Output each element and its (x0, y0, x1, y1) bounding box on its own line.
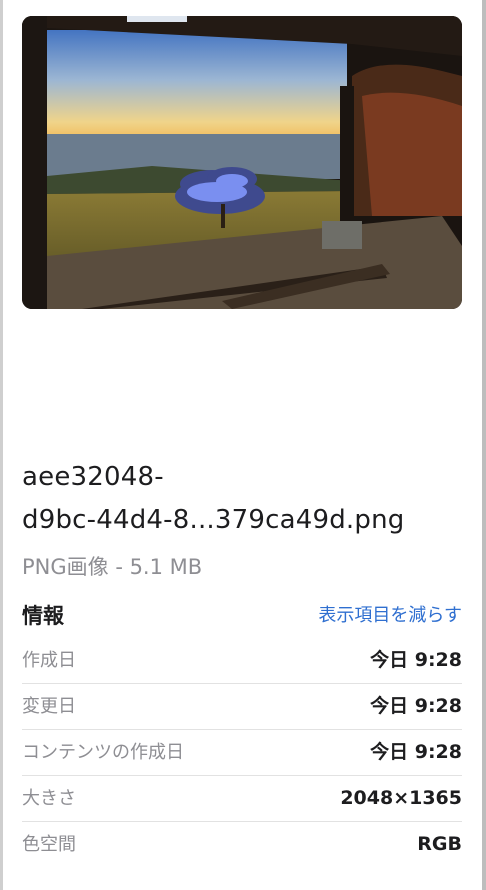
landscape-photo-icon (22, 16, 462, 309)
file-name[interactable]: aee32048- d9bc-44d4-8...379ca49d.png (22, 456, 462, 542)
info-row-value: 今日 9:28 (370, 649, 462, 671)
info-rows: 作成日 今日 9:28 変更日 今日 9:28 コンテンツの作成日 今日 9:2… (22, 638, 462, 867)
info-row-content-created: コンテンツの作成日 今日 9:28 (22, 730, 462, 776)
info-row-dimensions: 大きさ 2048×1365 (22, 776, 462, 822)
file-name-line1: aee32048- (22, 462, 164, 492)
info-row-label: 変更日 (22, 696, 76, 717)
panel-scrollbar-edge[interactable] (482, 0, 486, 890)
file-kind-size: PNG画像 - 5.1 MB (22, 555, 203, 579)
info-row-created: 作成日 今日 9:28 (22, 638, 462, 684)
info-row-value: 今日 9:28 (370, 695, 462, 717)
panel-left-border (0, 0, 3, 890)
file-info-panel: aee32048- d9bc-44d4-8...379ca49d.png PNG… (0, 0, 486, 890)
info-row-value: 今日 9:28 (370, 741, 462, 763)
show-less-button[interactable]: 表示項目を減らす (318, 600, 462, 632)
info-row-color-space: 色空間 RGB (22, 822, 462, 867)
info-row-label: 色空間 (22, 834, 76, 855)
file-name-line2: d9bc-44d4-8...379ca49d.png (22, 505, 405, 535)
info-row-value: RGB (417, 833, 462, 855)
info-row-modified: 変更日 今日 9:28 (22, 684, 462, 730)
info-row-label: コンテンツの作成日 (22, 742, 184, 763)
image-preview-thumbnail[interactable] (22, 16, 462, 309)
info-section-header: 情報 表示項目を減らす (22, 600, 462, 632)
info-row-value: 2048×1365 (340, 787, 462, 809)
info-row-label: 作成日 (22, 650, 76, 671)
info-row-label: 大きさ (22, 788, 76, 809)
info-section-title: 情報 (22, 604, 64, 628)
